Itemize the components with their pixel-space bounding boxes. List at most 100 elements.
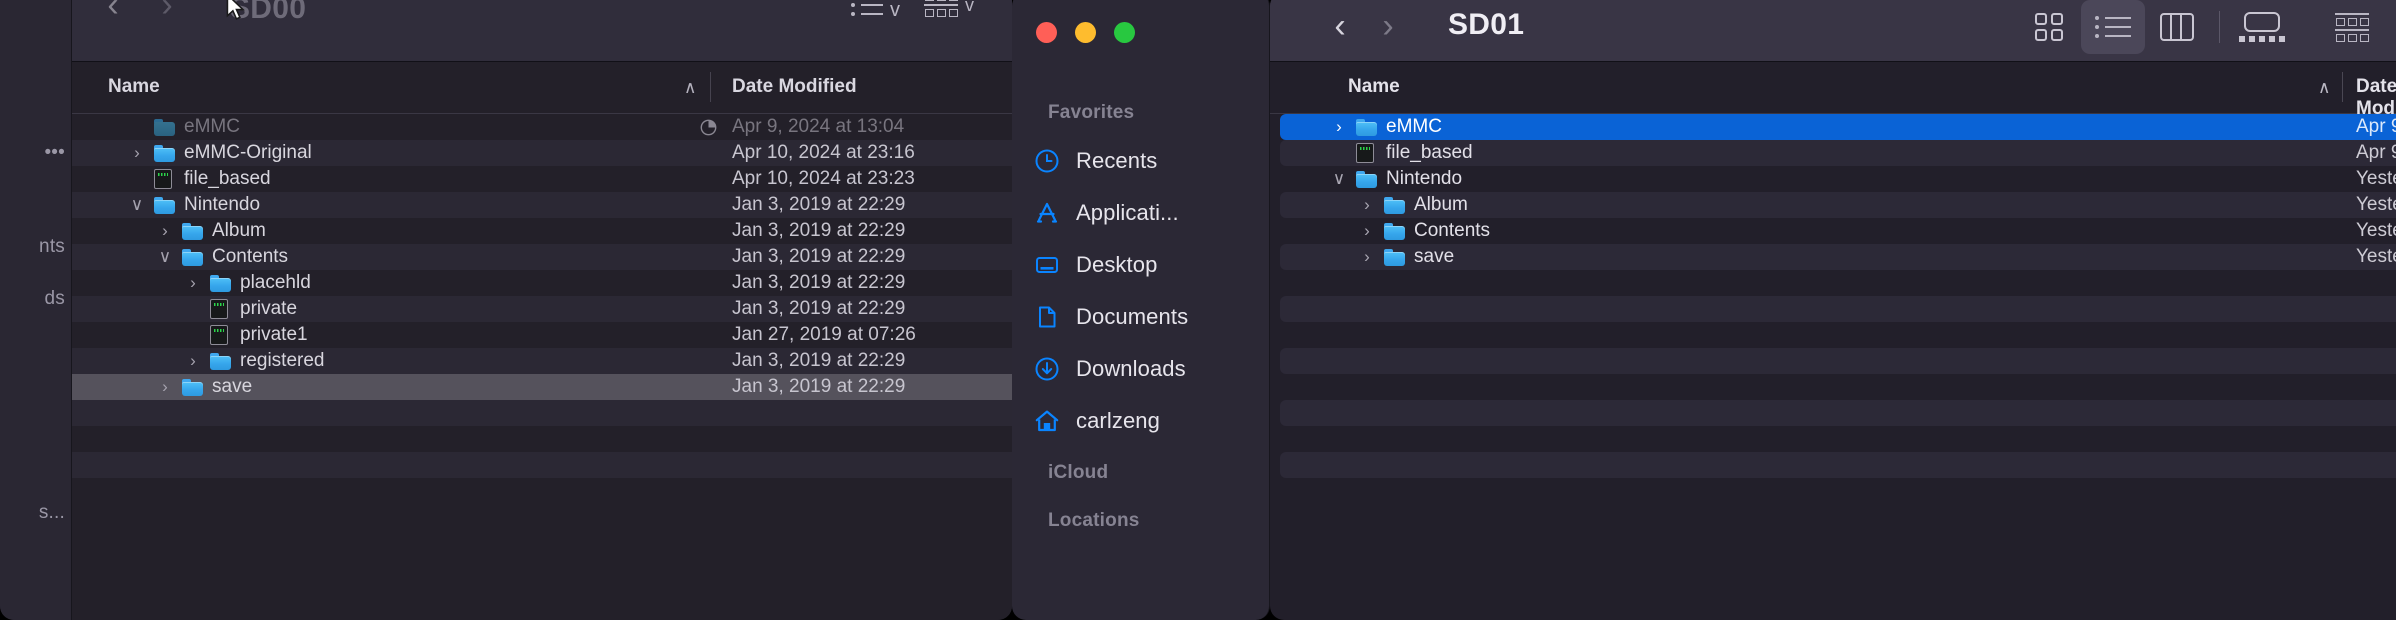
table-row[interactable]: › Album Jan 3, 2019 at 22:29 (72, 218, 1012, 244)
file-name: placehld (240, 272, 311, 293)
table-row[interactable]: › eMMC-Original Apr 10, 2024 at 23:16 (72, 140, 1012, 166)
chevron-right-icon[interactable]: › (186, 351, 200, 371)
forward-button[interactable]: › (140, 0, 194, 22)
mouse-cursor (226, 0, 245, 20)
chevron-right-icon[interactable]: › (158, 221, 172, 241)
gallery-icon (2239, 12, 2285, 42)
group-by-icon (924, 0, 958, 17)
right-file-list: › eMMC Apr 9, 2024 at 13:04 file_based Apr 9… (1270, 114, 2396, 478)
row-background (1280, 348, 2396, 374)
chevron-right-icon[interactable]: › (1360, 195, 1374, 215)
left-group-view-button[interactable]: v (912, 0, 986, 28)
right-column-name[interactable]: Name (1348, 76, 1400, 98)
group-by-icon (2335, 12, 2369, 42)
column-view-button[interactable] (2145, 0, 2209, 54)
folder-icon (1384, 248, 1405, 266)
file-date: Apr 9, 2024 at 13:12 (2356, 142, 2396, 163)
file-date: Jan 3, 2019 at 22:29 (732, 194, 906, 215)
traffic-lights (1036, 22, 1135, 43)
chevron-right-icon[interactable]: › (1360, 247, 1374, 267)
table-row[interactable]: file_based Apr 10, 2024 at 23:23 (72, 166, 1012, 192)
file-date: Jan 3, 2019 at 22:29 (732, 272, 906, 293)
sidebar-item-label: carlzeng (1076, 408, 1160, 433)
file-date: Apr 9, 2024 at 13:04 (732, 116, 905, 137)
chevron-right-icon[interactable]: › (1332, 117, 1346, 137)
zoom-button[interactable] (1114, 22, 1135, 43)
gallery-view-button[interactable] (2230, 0, 2294, 54)
sidebar-item-desktop[interactable]: Desktop (1034, 248, 1252, 282)
table-row[interactable]: › registered Jan 3, 2019 at 22:29 (72, 348, 1012, 374)
file-name: file_based (184, 168, 271, 189)
sidebar-item-applicati[interactable]: Applicati... (1034, 196, 1252, 230)
left-file-list: eMMC Apr 9, 2024 at 13:04 › eMMC-Original Ap… (72, 114, 1012, 478)
table-row[interactable]: ∨ Nintendo Jan 3, 2019 at 22:29 (72, 192, 1012, 218)
column-divider[interactable] (710, 72, 711, 102)
file-icon (210, 325, 228, 345)
table-row[interactable]: ∨ Nintendo Yesterday at 21:42 (1270, 166, 2396, 192)
table-row[interactable]: ∨ Contents Jan 3, 2019 at 22:29 (72, 244, 1012, 270)
sidebar-item-label: Desktop (1076, 252, 1158, 277)
back-button[interactable]: ‹ (1316, 2, 1364, 50)
sidebar-item-carlzeng[interactable]: carlzeng (1034, 404, 1252, 438)
table-row[interactable]: file_based Apr 9, 2024 at 13:12 (1270, 140, 2396, 166)
chevron-right-icon[interactable]: › (130, 143, 144, 163)
sidebar-item-label: Documents (1076, 304, 1189, 329)
left-column-date[interactable]: Date Modified (732, 76, 857, 98)
file-name: eMMC-Original (184, 142, 312, 163)
sidebar-item-label: Recents (1076, 148, 1158, 173)
file-icon (210, 299, 228, 319)
folder-icon (210, 274, 231, 292)
table-row[interactable]: › Album Yesterday at 21:42 (1270, 192, 2396, 218)
file-date: Jan 27, 2019 at 07:26 (732, 324, 916, 345)
folder-icon (1384, 196, 1405, 214)
table-row[interactable]: › save Jan 3, 2019 at 22:29 (72, 374, 1012, 400)
document-icon (1034, 304, 1060, 330)
table-row[interactable]: private1 Jan 27, 2019 at 07:26 (72, 322, 1012, 348)
row-background (1280, 322, 2396, 348)
back-button[interactable]: ‹ (86, 0, 140, 22)
group-by-button[interactable] (2320, 0, 2384, 54)
row-background (1280, 452, 2396, 478)
file-icon (1356, 143, 1374, 163)
right-column-headers: Name ∧ Date Modified (1270, 62, 2396, 119)
chevron-right-icon[interactable]: › (186, 273, 200, 293)
chevron-down-icon[interactable]: ∨ (1332, 169, 1346, 189)
chevron-down-icon[interactable]: ∨ (130, 195, 144, 215)
sort-ascending-icon: ∧ (2318, 78, 2331, 97)
empty-row (1270, 322, 2396, 348)
table-row[interactable]: › eMMC Apr 9, 2024 at 13:04 (1270, 114, 2396, 140)
screenshot-root: ••• nts ds s... ‹ › SD00 ^ v v Name ∧ Da… (0, 0, 2396, 620)
column-divider[interactable] (2342, 72, 2343, 102)
file-date: Yesterday at 21:42 (2356, 168, 2396, 189)
chevron-down-icon[interactable]: ∨ (158, 247, 172, 267)
table-row[interactable]: › placehld Jan 3, 2019 at 22:29 (72, 270, 1012, 296)
sidebar-item-recents[interactable]: Recents (1034, 144, 1252, 178)
sidebar-group-locations: Locations (1048, 510, 1140, 531)
icon-view-button[interactable] (2017, 0, 2081, 54)
left-window-content: ‹ › SD00 ^ v v Name ∧ Date Modified eMMC… (72, 0, 1012, 620)
file-name: registered (240, 350, 325, 371)
forward-button[interactable]: › (1364, 2, 1412, 50)
left-list-view-button[interactable]: ^ v (839, 0, 912, 28)
finder-sidebar-window: Favorites Recents Applicati... Desktop Docum… (1012, 0, 1270, 620)
close-button[interactable] (1036, 22, 1057, 43)
chevron-right-icon[interactable]: › (158, 377, 172, 397)
left-column-name[interactable]: Name (108, 76, 160, 98)
file-date: Jan 3, 2019 at 22:29 (732, 376, 906, 397)
folder-icon (1356, 118, 1377, 136)
table-row[interactable]: › Contents Yesterday at 21:42 (1270, 218, 2396, 244)
file-date: Apr 10, 2024 at 23:23 (732, 168, 915, 189)
file-date: Yesterday at 21:42 (2356, 246, 2396, 267)
chevron-updown-icon: ^ v (890, 0, 900, 21)
empty-row (72, 400, 1012, 426)
table-row[interactable]: eMMC Apr 9, 2024 at 13:04 (72, 114, 1012, 140)
list-view-button[interactable] (2081, 0, 2145, 54)
table-row[interactable]: private Jan 3, 2019 at 22:29 (72, 296, 1012, 322)
chevron-right-icon[interactable]: › (1360, 221, 1374, 241)
row-background (1280, 426, 2396, 452)
sidebar-item-downloads[interactable]: Downloads (1034, 352, 1252, 386)
sidebar-item-documents[interactable]: Documents (1034, 300, 1252, 334)
minimize-button[interactable] (1075, 22, 1096, 43)
table-row[interactable]: › save Yesterday at 21:42 (1270, 244, 2396, 270)
empty-row (72, 452, 1012, 478)
